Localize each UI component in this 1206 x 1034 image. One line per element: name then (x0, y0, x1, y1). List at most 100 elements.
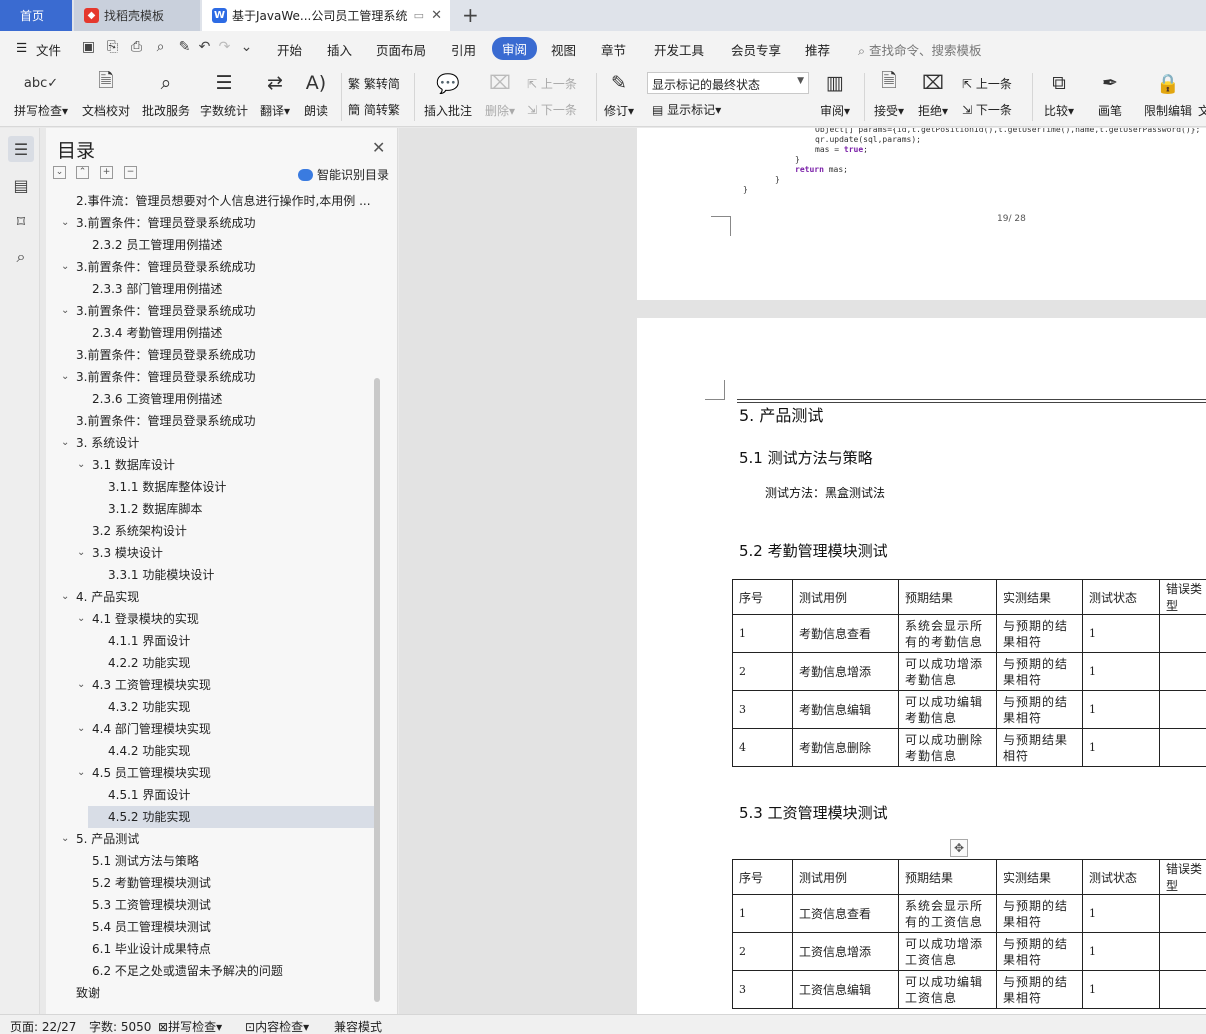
table-cell[interactable]: 可以成功编辑工资信息 (898, 970, 997, 1009)
print-preview-icon[interactable]: ⌕ (152, 39, 169, 56)
chevron-down-icon[interactable]: ⌄ (77, 718, 85, 740)
chevron-down-icon[interactable]: ⌄ (61, 366, 69, 388)
table-cell[interactable]: 1 (1082, 614, 1160, 653)
smart-toc-button[interactable]: 智能识别目录 (298, 166, 389, 183)
save-icon[interactable]: ▣ (80, 39, 97, 56)
status-spell-check[interactable]: ⊠拼写检查▾ (158, 1018, 222, 1034)
table-cell[interactable]: 与预期的结果相符 (996, 894, 1083, 933)
read-aloud-button[interactable]: A) 朗读 (300, 69, 332, 119)
toc-item[interactable]: ⌄ 3.前置条件：管理员登录系统成功 (46, 256, 372, 278)
table-cell[interactable]: 可以成功删除考勤信息 (898, 728, 997, 767)
quick-access-dropdown-icon[interactable]: ⌄ (238, 39, 255, 56)
chevron-down-icon[interactable]: ⌄ (77, 454, 85, 476)
tab-home[interactable]: 首页 (0, 0, 72, 31)
toc-item[interactable]: 3.前置条件：管理员登录系统成功 (46, 410, 372, 432)
menu-page-layout[interactable]: 页面布局 (376, 40, 426, 59)
chevron-down-icon[interactable]: ⌄ (61, 586, 69, 608)
table-cell[interactable]: 与预期的结果相符 (996, 932, 1083, 971)
toc-item[interactable]: ⌄ 3. 系统设计 (46, 432, 372, 454)
toc-item[interactable]: ⌄ 5. 产品测试 (46, 828, 372, 850)
table-cell[interactable] (1159, 932, 1206, 971)
add-heading-icon[interactable]: + (100, 166, 113, 179)
toc-item[interactable]: 2.3.3 部门管理用例描述 (46, 278, 372, 300)
table-cell[interactable]: 可以成功增添考勤信息 (898, 652, 997, 691)
table-cell[interactable]: 3 (732, 690, 793, 729)
new-tab-button[interactable]: + (462, 3, 479, 27)
document-area[interactable]: Object[] params={id,t.getPositionId(),t.… (399, 128, 1206, 1014)
toc-item[interactable]: ⌄ 3.3 模块设计 (46, 542, 372, 564)
track-changes-button[interactable]: ✎ 修订▾ (602, 69, 636, 119)
toc-item[interactable]: ⌄ 4.5 员工管理模块实现 (46, 762, 372, 784)
toc-item[interactable]: 5.1 测试方法与策略 (46, 850, 372, 872)
toc-item[interactable]: ⌄ 3.前置条件：管理员登录系统成功 (46, 366, 372, 388)
chevron-down-icon[interactable]: ⌄ (61, 828, 69, 850)
toc-item[interactable]: ⌄ 3.前置条件：管理员登录系统成功 (46, 212, 372, 234)
toc-item[interactable]: 3.2 系统架构设计 (46, 520, 372, 542)
table-cell[interactable] (1159, 970, 1206, 1009)
toc-item[interactable]: 4.5.2 功能实现 (88, 806, 374, 828)
prev-change-button[interactable]: ⇱ 上一条 (962, 75, 1012, 92)
remove-heading-icon[interactable]: − (124, 166, 137, 179)
undo-icon[interactable]: ↶ (196, 39, 213, 56)
toc-item[interactable]: 3.3.1 功能模块设计 (46, 564, 372, 586)
next-comment-button[interactable]: ⇲ 下一条 (527, 101, 577, 118)
delete-comment-button[interactable]: ⌧ 删除▾ (482, 69, 518, 119)
table-move-handle-icon[interactable]: ✥ (950, 839, 968, 857)
bookmark-icon[interactable]: ⌑ (8, 208, 34, 234)
show-markup-button[interactable]: ▤ 显示标记▾ (652, 101, 721, 118)
table-cell[interactable]: 1 (1082, 652, 1160, 691)
table-cell[interactable]: 4 (732, 728, 793, 767)
chevron-down-icon[interactable]: ⌄ (61, 212, 69, 234)
translate-button[interactable]: ⇄ 翻译▾ (256, 69, 294, 119)
table-cell[interactable]: 2 (732, 652, 793, 691)
toc-item[interactable]: 5.4 员工管理模块测试 (46, 916, 372, 938)
close-icon[interactable]: ✕ (431, 8, 442, 23)
close-icon[interactable]: ✕ (372, 138, 385, 157)
spell-check-button[interactable]: abc✓ 拼写检查▾ (10, 69, 72, 119)
menu-view[interactable]: 视图 (551, 40, 576, 59)
search-icon[interactable]: ⌕ (8, 244, 34, 270)
insert-comment-button[interactable]: 💬 插入批注 (420, 69, 476, 119)
compare-button[interactable]: ⧉ 比较▾ (1040, 69, 1078, 119)
markup-state-select[interactable]: 显示标记的最终状态 ▼ (647, 72, 809, 94)
redo-icon[interactable]: ↷ (216, 39, 233, 56)
chevron-down-icon[interactable]: ⌄ (77, 762, 85, 784)
chevron-down-icon[interactable]: ⌄ (77, 674, 85, 696)
toc-item[interactable]: ⌄ 4.1 登录模块的实现 (46, 608, 372, 630)
reject-button[interactable]: ⌧ 拒绝▾ (914, 69, 952, 119)
next-change-button[interactable]: ⇲ 下一条 (962, 101, 1012, 118)
table-cell[interactable]: 1 (1082, 728, 1160, 767)
table-cell[interactable]: 3 (732, 970, 793, 1009)
print-icon[interactable]: ⎙ (128, 39, 145, 56)
toc-item[interactable]: ⌄ 4. 产品实现 (46, 586, 372, 608)
doc-proof-button[interactable]: 🗎 文档校对 (78, 69, 134, 119)
toc-item[interactable]: 5.2 考勤管理模块测试 (46, 872, 372, 894)
toc-item[interactable]: 3.1.2 数据库脚本 (46, 498, 372, 520)
command-search[interactable]: ⌕ 查找命令、搜索模板 (858, 40, 982, 59)
pen-button[interactable]: ✒ 画笔 (1092, 69, 1128, 119)
table-cell[interactable]: 工资信息增添 (792, 932, 899, 971)
menu-insert[interactable]: 插入 (327, 40, 352, 59)
menu-chapter[interactable]: 章节 (601, 40, 626, 59)
toc-item[interactable]: 致谢 (46, 982, 372, 1004)
toc-item[interactable]: 3.1.1 数据库整体设计 (46, 476, 372, 498)
toc-item[interactable]: 5.3 工资管理模块测试 (46, 894, 372, 916)
expand-up-icon[interactable]: ⌃ (76, 166, 89, 179)
status-content-check[interactable]: ⊡内容检查▾ (245, 1018, 309, 1034)
export-pdf-icon[interactable]: ⎘ (104, 39, 121, 56)
table-cell[interactable] (1159, 690, 1206, 729)
table-cell[interactable]: 工资信息查看 (792, 894, 899, 933)
table-cell[interactable]: 可以成功增添工资信息 (898, 932, 997, 971)
review-pane-button[interactable]: ▥ 审阅▾ (816, 69, 854, 119)
table-cell[interactable]: 2 (732, 932, 793, 971)
table-cell[interactable]: 考勤信息增添 (792, 652, 899, 691)
table-cell[interactable]: 可以成功编辑考勤信息 (898, 690, 997, 729)
toc-scrollbar[interactable] (374, 378, 380, 1002)
chevron-down-icon[interactable]: ⌄ (61, 256, 69, 278)
menu-file[interactable]: 文件 (36, 40, 61, 59)
toc-item[interactable]: 4.3.2 功能实现 (46, 696, 372, 718)
table-cell[interactable] (1159, 652, 1206, 691)
table-cell[interactable] (1159, 894, 1206, 933)
page-indicator[interactable]: 页面: 22/27 (10, 1018, 76, 1034)
chevron-down-icon[interactable]: ⌄ (61, 300, 69, 322)
